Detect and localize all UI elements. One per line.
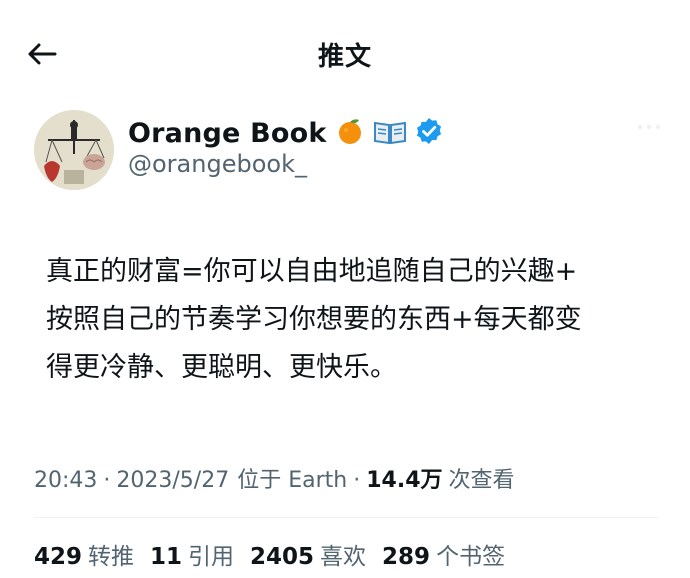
likes-label: 喜欢: [320, 544, 367, 570]
tweet-date[interactable]: 2023/5/27: [116, 468, 229, 493]
tweet-text: 真正的财富=你可以自由地追随自己的兴趣+ 按照自己的节奏学习你想要的东西+每天都…: [46, 248, 666, 392]
author-name[interactable]: Orange Book: [128, 118, 327, 149]
divider: [34, 517, 658, 518]
view-count[interactable]: 14.4万: [366, 462, 442, 494]
quotes-stat[interactable]: 11 引用: [150, 537, 234, 571]
retweets-stat[interactable]: 429 转推: [34, 537, 134, 571]
engagement-stats: 429 转推 11 引用 2405 喜欢 289 个书签: [34, 537, 521, 571]
tweet-meta: 20:43 · 2023/5/27 位于 Earth · 14.4万 次查看: [34, 462, 515, 494]
author-handle[interactable]: @orangebook_: [128, 150, 307, 178]
top-bar: 推文: [0, 0, 690, 100]
tweet-location: 位于 Earth: [237, 468, 348, 493]
view-count-label: 次查看: [448, 468, 515, 493]
orange-emoji-icon: [335, 116, 365, 150]
bookmarks-count: 289: [382, 544, 431, 570]
likes-stat[interactable]: 2405 喜欢: [250, 537, 366, 571]
avatar[interactable]: [34, 110, 114, 190]
bookmarks-label: 个书签: [436, 544, 506, 570]
more-options-icon[interactable]: [634, 112, 664, 142]
retweets-label: 转推: [88, 544, 135, 570]
quotes-label: 引用: [188, 544, 235, 570]
retweets-count: 429: [34, 544, 83, 570]
verified-badge-icon[interactable]: [415, 117, 443, 149]
author-name-row[interactable]: Orange Book: [128, 116, 443, 150]
bookmarks-stat[interactable]: 289 个书签: [382, 537, 505, 571]
tweet-time[interactable]: 20:43: [34, 468, 97, 493]
open-book-emoji-icon: [373, 117, 407, 149]
likes-count: 2405: [250, 544, 315, 570]
page-title: 推文: [317, 42, 372, 72]
tweet-text-line: 按照自己的节奏学习你想要的东西+每天都变: [46, 304, 582, 335]
tweet-text-line: 真正的财富=你可以自由地追随自己的兴趣+: [46, 256, 578, 287]
tweet-text-line: 得更冷静、更聪明、更快乐。: [46, 352, 397, 383]
meta-separator: ·: [353, 468, 361, 493]
meta-separator: ·: [103, 468, 111, 493]
quotes-count: 11: [150, 544, 183, 570]
